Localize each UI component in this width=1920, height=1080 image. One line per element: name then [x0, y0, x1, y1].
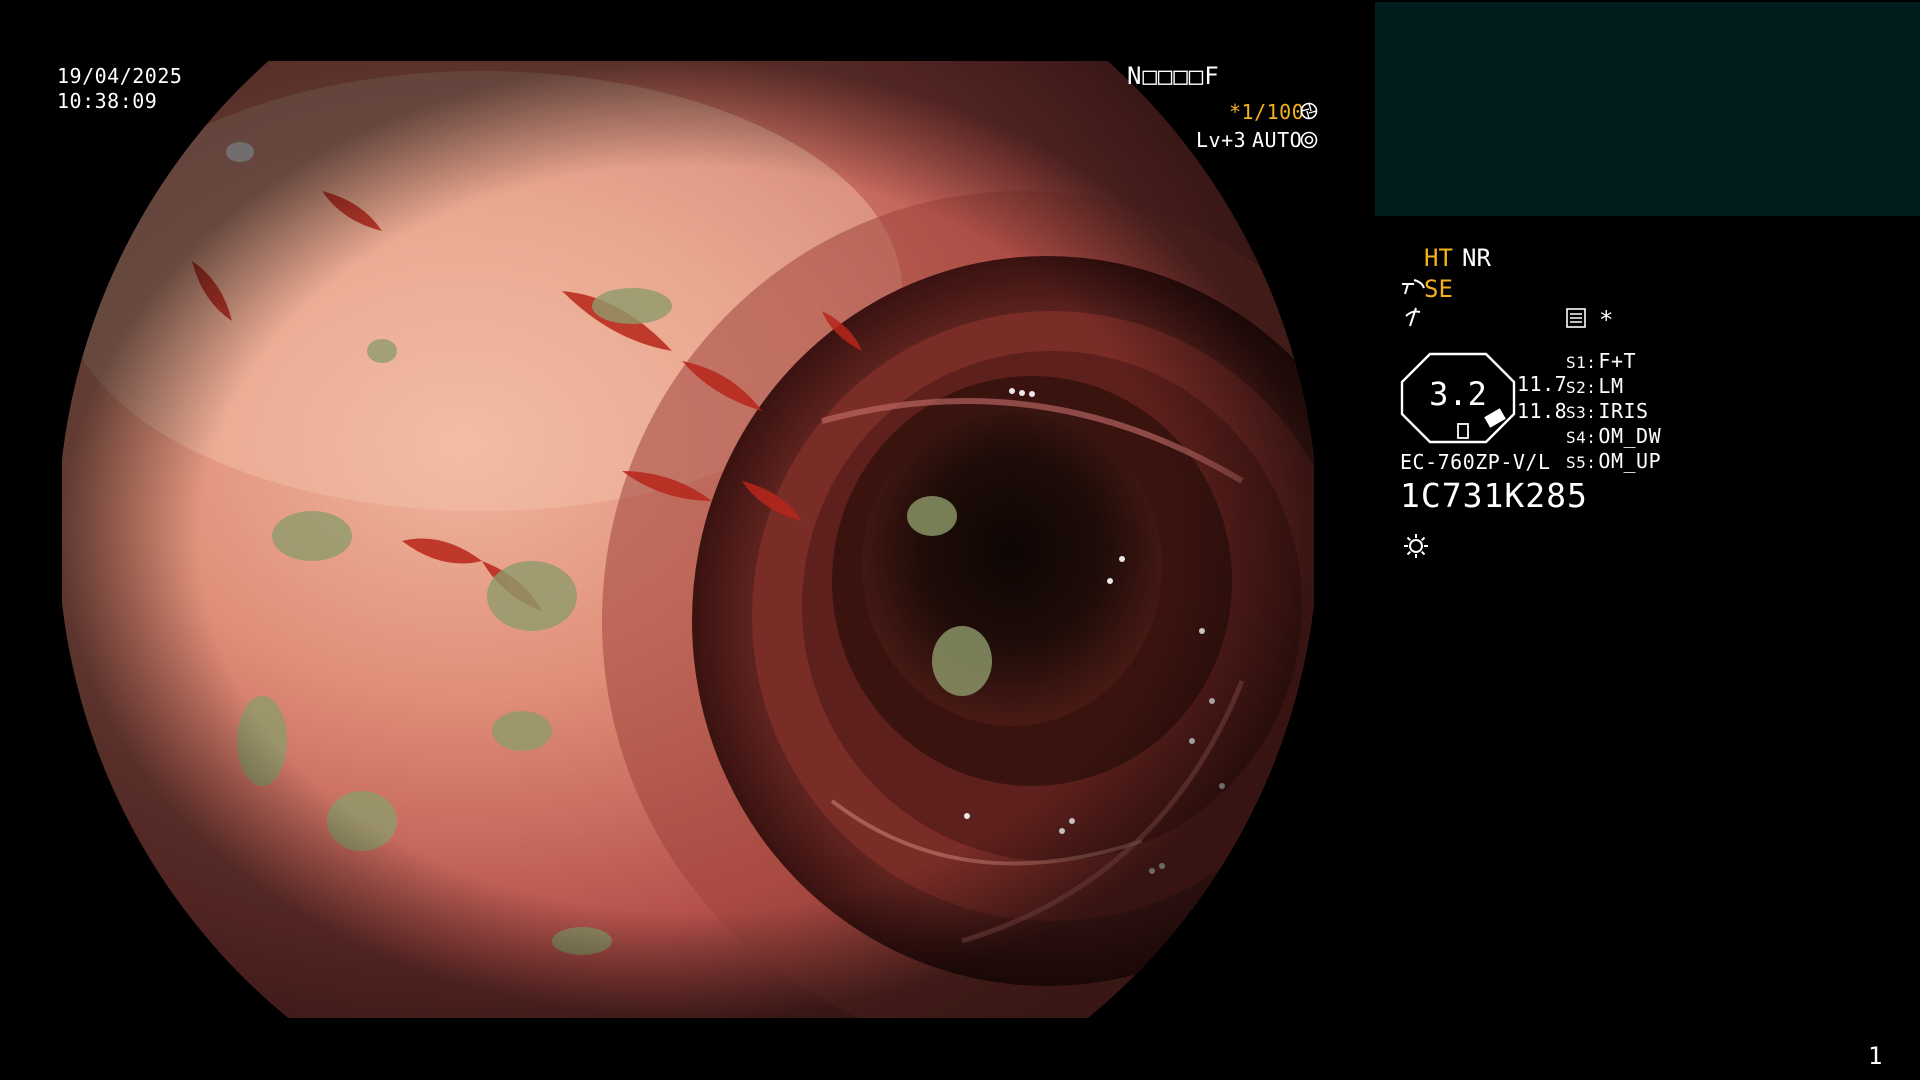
page-number: 1 — [1868, 1042, 1883, 1070]
nr-indicator: NR — [1462, 244, 1491, 272]
light-icon — [1402, 532, 1430, 560]
switch-s3: S3: IRIS — [1566, 399, 1649, 425]
thumbnail-panel — [1375, 2, 1920, 216]
scope-serial: 1C731K285 — [1400, 476, 1588, 515]
iris-mode-label: AUTO — [1252, 128, 1303, 152]
endoscopic-image — [62, 61, 1314, 1018]
switch-value: OM_DW — [1598, 424, 1662, 448]
se-indicator: SE — [1424, 275, 1453, 303]
date-label: 19/04/2025 — [57, 64, 183, 88]
color-enhance-icon — [1402, 306, 1424, 328]
switch-value: OM_UP — [1598, 449, 1662, 473]
switch-s4: S4: OM_DW — [1566, 424, 1661, 450]
switch-slot: S4: — [1566, 428, 1597, 447]
structure-enhance-icon — [1400, 276, 1426, 298]
shutter-icon — [1300, 102, 1318, 120]
scope-model: EC-760ZP-V/L — [1400, 450, 1551, 474]
zoom-gauge: 3.2 — [1400, 352, 1516, 444]
switch-value: LM — [1598, 374, 1624, 398]
gauge-reading-1: 11.7 — [1517, 372, 1568, 396]
switch-slot: S3: — [1566, 403, 1597, 422]
switch-slot: S1: — [1566, 353, 1597, 372]
switch-s2: S2: LM — [1566, 374, 1624, 400]
record-icon — [1566, 308, 1586, 328]
switch-slot: S2: — [1566, 378, 1597, 397]
mode-code: N□□□□F — [1127, 62, 1220, 90]
star-indicator: * — [1599, 306, 1614, 334]
switch-s5: S5: OM_UP — [1566, 449, 1661, 475]
shutter-speed: *1/100 — [1229, 100, 1305, 124]
level-label: Lv+3 — [1196, 128, 1247, 152]
switch-value: F+T — [1598, 349, 1637, 373]
time-label: 10:38:09 — [57, 89, 158, 113]
gauge-reading-2: 11.8 — [1517, 399, 1568, 423]
gauge-value: 3.2 — [1429, 375, 1487, 413]
switch-s1: S1: F+T — [1566, 349, 1636, 375]
switch-slot: S5: — [1566, 453, 1597, 472]
iris-icon — [1300, 131, 1318, 149]
ht-indicator: HT — [1424, 244, 1453, 272]
endoscopic-image-svg — [62, 61, 1314, 1018]
switch-value: IRIS — [1598, 399, 1649, 423]
